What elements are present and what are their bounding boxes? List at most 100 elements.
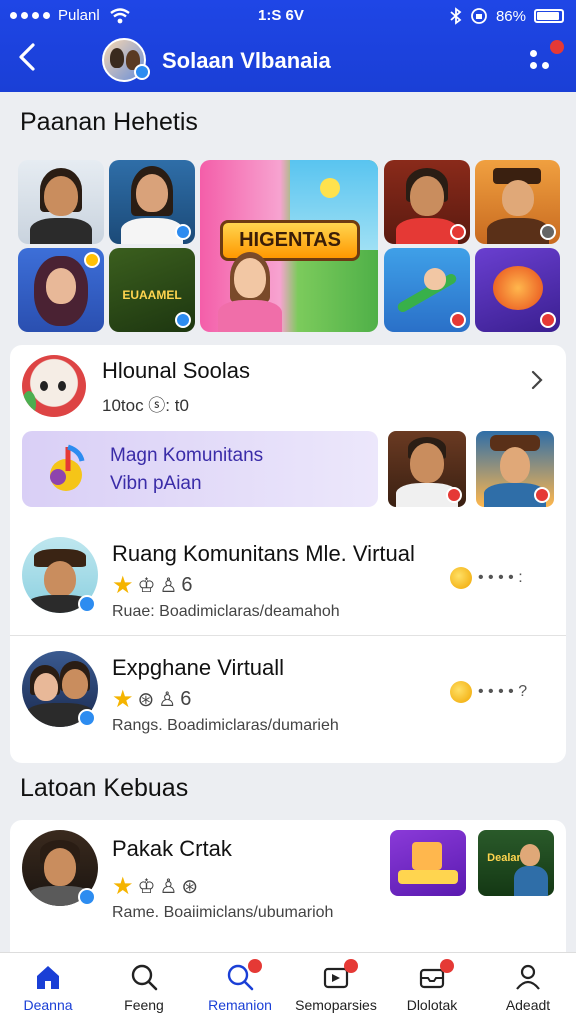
featured-grid: EUAAMEL HIGENTAS	[18, 160, 560, 332]
back-button[interactable]	[16, 42, 46, 78]
featured-tile[interactable]	[475, 248, 560, 332]
community-meta: 10toc ⓢ: t0	[102, 396, 189, 415]
more-dots-icon	[530, 50, 537, 57]
more-dots-icon: • • • • :	[478, 569, 523, 586]
badge-icon: ♔	[137, 876, 156, 898]
notification-dot	[550, 40, 564, 54]
status-badge	[540, 224, 556, 240]
search-icon	[131, 964, 158, 991]
featured-tile[interactable]	[384, 160, 470, 244]
chevron-left-icon	[19, 43, 35, 71]
profile-icon	[516, 964, 540, 990]
notification-dot	[248, 959, 262, 973]
verified-badge-icon	[78, 888, 96, 906]
status-badge	[540, 312, 556, 328]
star-icon: ★	[112, 686, 134, 713]
tab-label: Dlolotak	[406, 997, 458, 1013]
rating: ★ ♔ ♙ ⊛	[112, 872, 198, 901]
status-badge	[84, 252, 100, 268]
status-time: 1:S 6V	[258, 7, 304, 24]
latest-thumb[interactable]: Dealar	[478, 830, 554, 896]
community-avatar	[22, 355, 86, 417]
featured-tile[interactable]	[109, 160, 195, 244]
battery-icon	[534, 9, 564, 23]
signal-dot-icon	[43, 12, 50, 19]
status-badge	[446, 487, 462, 503]
more-dots-icon: • • • • ?	[478, 683, 528, 700]
list-item[interactable]: Pakak Crtak ★ ♔ ♙ ⊛ Rame. Boaiimiclans/u…	[10, 820, 566, 950]
featured-banner[interactable]: HIGENTAS	[200, 160, 378, 332]
badge-icon: ♙	[158, 689, 177, 711]
list-item-subtitle: Rame. Boaiimiclans/ubumarioh	[112, 904, 334, 921]
coin-and-more[interactable]: • • • • :	[450, 567, 523, 589]
list-item-subtitle: Ruae: Boadimiclaras/deamahoh	[112, 603, 340, 620]
featured-tile[interactable]	[18, 248, 104, 332]
tab-profile[interactable]: Adeadt	[480, 953, 576, 1024]
tab-label: Deanna	[23, 997, 73, 1013]
tab-label: Semoparsies	[295, 997, 377, 1013]
featured-tile[interactable]	[384, 248, 470, 332]
tab-home[interactable]: Deanna	[0, 953, 96, 1024]
badge-icon: ♙	[159, 876, 178, 898]
community-card: Hlounal Soolas 10toc ⓢ: t0 Magn Komunita…	[10, 345, 566, 763]
verified-badge-icon	[78, 709, 96, 727]
app-header: Pulanl 1:S 6V 86% Solaan Vlbanaia	[0, 0, 576, 92]
status-badge	[534, 487, 550, 503]
coin-and-more[interactable]: • • • • ?	[450, 681, 527, 703]
status-badge	[450, 224, 466, 240]
featured-tile[interactable]	[18, 160, 104, 244]
badge-icon: ♙	[159, 575, 178, 597]
chevron-right-icon[interactable]	[530, 367, 544, 398]
status-badge	[450, 312, 466, 328]
tab-label: Feeng	[124, 997, 164, 1013]
bluetooth-icon	[450, 7, 462, 25]
status-badge	[175, 224, 191, 240]
badge-icon: ⊛	[181, 876, 199, 898]
latest-thumb[interactable]	[390, 830, 466, 896]
featured-tile[interactable]: EUAAMEL	[109, 248, 195, 332]
status-badge	[175, 312, 191, 328]
wifi-icon	[109, 7, 130, 23]
promo-thumb[interactable]	[388, 431, 466, 507]
carrier-name: Pulanl	[58, 7, 100, 24]
list-item-name: Ruang Komunitans Mle. Virtual	[112, 541, 415, 566]
list-item-subtitle: Rangs. Boadimiclaras/dumarieh	[112, 717, 339, 734]
status-right: 86%	[450, 7, 564, 25]
promo-line-2: Vibn pAian	[110, 473, 202, 494]
more-dots-icon	[530, 62, 537, 69]
tab-media[interactable]: Semoparsies	[288, 953, 384, 1024]
coin-icon	[450, 681, 472, 703]
tab-inbox[interactable]: Dlolotak	[384, 953, 480, 1024]
community-header-row[interactable]: Hlounal Soolas 10toc ⓢ: t0	[10, 345, 566, 425]
home-icon	[37, 966, 59, 989]
badge-icon: ⊛	[137, 689, 155, 711]
status-bar: Pulanl 1:S 6V 86%	[0, 0, 576, 32]
tab-explore[interactable]: Remanion	[192, 953, 288, 1024]
promo-thumb[interactable]	[476, 431, 554, 507]
tab-search[interactable]: Feeng	[96, 953, 192, 1024]
list-item-name: Expghane Virtuall	[112, 655, 285, 680]
verified-badge-icon	[78, 595, 96, 613]
community-name: Hlounal Soolas	[102, 358, 250, 383]
list-item-name: Pakak Crtak	[112, 836, 232, 861]
notification-dot	[344, 959, 358, 973]
nav-bar: Solaan Vlbanaia	[0, 36, 576, 86]
bottom-nav: Deanna Feeng Remanion Semoparsies Dlolot…	[0, 952, 576, 1024]
rotation-lock-icon	[471, 8, 487, 24]
rating: ★ ⊛ ♙ 6	[112, 685, 191, 714]
promo-banner[interactable]: Magn Komunitans Vibn pAian	[22, 431, 378, 507]
signal-dot-icon	[21, 12, 28, 19]
featured-tile[interactable]	[475, 160, 560, 244]
tile-caption: EUAAMEL	[122, 288, 182, 302]
tab-label: Adeadt	[505, 997, 551, 1013]
more-dots-icon	[542, 62, 549, 69]
notification-dot	[440, 959, 454, 973]
badge-icon: ♔	[137, 575, 156, 597]
promo-line-1: Magn Komunitans	[110, 445, 264, 466]
rating-value: 6	[181, 574, 193, 596]
music-note-icon	[50, 444, 85, 491]
star-icon: ★	[112, 572, 134, 599]
list-item[interactable]: Ruang Komunitans Mle. Virtual ★ ♔ ♙ 6 Ru…	[10, 523, 566, 635]
list-item[interactable]: Expghane Virtuall ★ ⊛ ♙ 6 Rangs. Boadimi…	[10, 637, 566, 755]
signal-carrier: Pulanl	[10, 7, 130, 24]
